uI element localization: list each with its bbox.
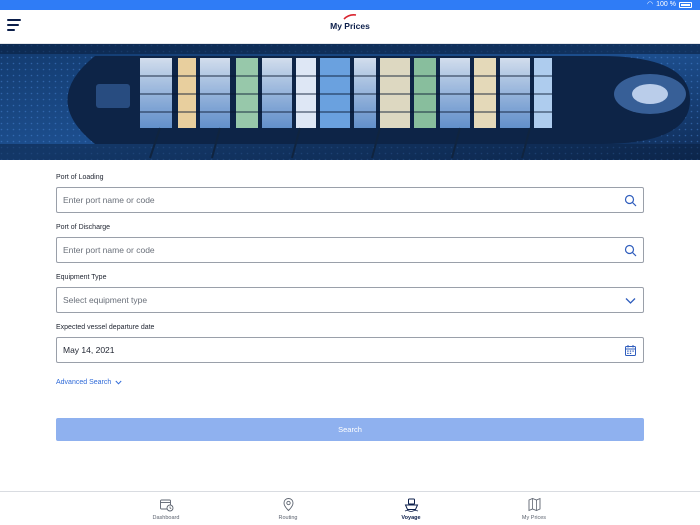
search-button[interactable]: Search bbox=[56, 418, 644, 441]
port-of-discharge-input[interactable]: Enter port name or code bbox=[56, 237, 644, 263]
advanced-search-toggle[interactable]: Advanced Search bbox=[56, 379, 122, 386]
port-of-loading-input[interactable]: Enter port name or code bbox=[56, 187, 644, 213]
tab-routing-label: Routing bbox=[278, 515, 298, 521]
title-wrap: My Prices bbox=[0, 14, 700, 31]
search-icon[interactable] bbox=[624, 244, 637, 257]
departure-date-value: May 14, 2021 bbox=[63, 345, 115, 355]
hero-banner-image bbox=[0, 44, 700, 160]
battery-icon bbox=[679, 1, 692, 8]
tab-routing[interactable]: Routing bbox=[258, 497, 318, 521]
equipment-type-label: Equipment Type bbox=[56, 274, 107, 281]
port-of-loading-placeholder: Enter port name or code bbox=[63, 195, 155, 205]
bottom-tab-bar: Dashboard Routing Voyage My Prices bbox=[0, 491, 700, 525]
departure-date-label: Expected vessel departure date bbox=[56, 324, 155, 331]
location-pin-icon bbox=[283, 498, 293, 512]
port-of-loading-label: Port of Loading bbox=[56, 174, 104, 181]
search-icon[interactable] bbox=[624, 194, 637, 207]
tab-dashboard[interactable]: Dashboard bbox=[136, 497, 196, 521]
equipment-type-select[interactable]: Select equipment type bbox=[56, 287, 644, 313]
container-ship-aerial-image bbox=[0, 44, 700, 160]
port-of-discharge-placeholder: Enter port name or code bbox=[63, 245, 155, 255]
advanced-search-label: Advanced Search bbox=[56, 379, 112, 386]
status-indicators: ◠ 100 % bbox=[647, 1, 692, 8]
status-bar: ◠ 100 % bbox=[0, 0, 700, 10]
dashboard-icon bbox=[159, 499, 173, 512]
navigation-bar: My Prices bbox=[0, 10, 700, 44]
battery-percentage: 100 % bbox=[656, 1, 676, 8]
tab-voyage-label: Voyage bbox=[401, 515, 421, 521]
chevron-down-icon bbox=[625, 298, 636, 304]
calendar-icon[interactable] bbox=[624, 344, 637, 357]
page-title: My Prices bbox=[330, 21, 370, 31]
ship-icon bbox=[404, 498, 418, 512]
port-of-discharge-label: Port of Discharge bbox=[56, 224, 111, 231]
wifi-icon: ◠ bbox=[647, 1, 654, 8]
brand-logo-icon bbox=[343, 14, 357, 20]
tab-dashboard-label: Dashboard bbox=[152, 515, 180, 521]
map-icon bbox=[528, 497, 540, 512]
tab-my-prices[interactable]: My Prices bbox=[504, 497, 564, 521]
tab-voyage[interactable]: Voyage bbox=[381, 497, 441, 521]
equipment-type-value: Select equipment type bbox=[63, 295, 148, 305]
chevron-down-icon bbox=[115, 380, 122, 385]
departure-date-field[interactable]: May 14, 2021 bbox=[56, 337, 644, 363]
tab-my-prices-label: My Prices bbox=[521, 515, 547, 521]
